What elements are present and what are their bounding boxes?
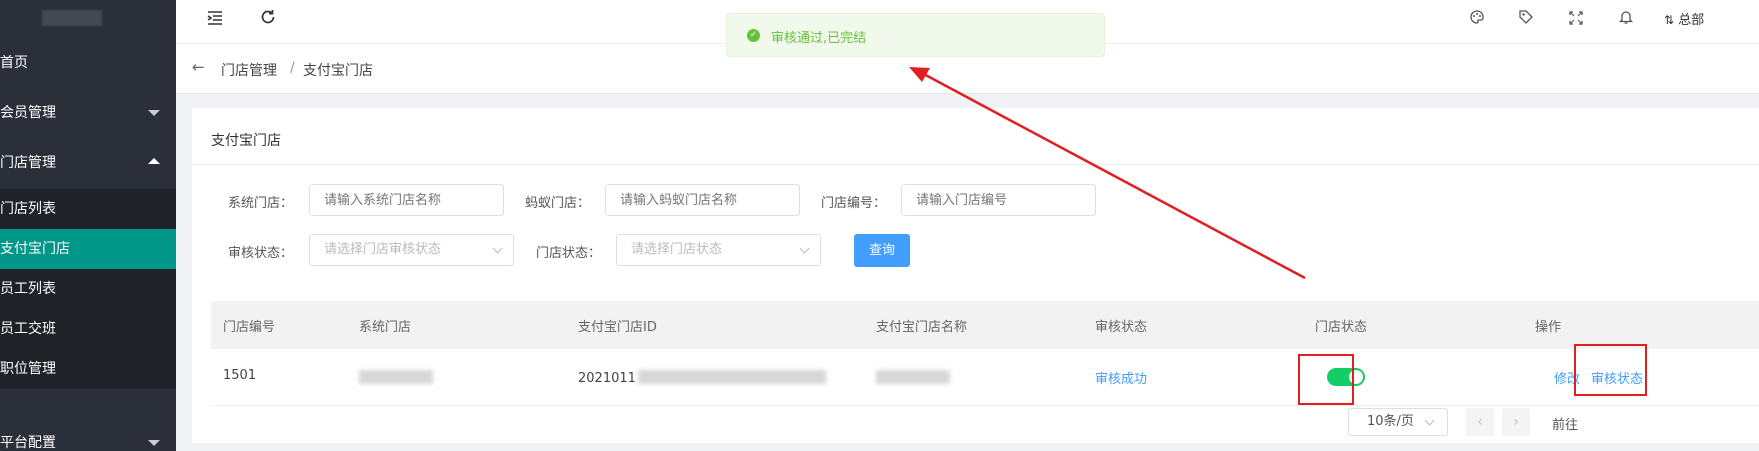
annotation-arrow [909,67,1306,280]
arrow-line [919,70,1306,280]
